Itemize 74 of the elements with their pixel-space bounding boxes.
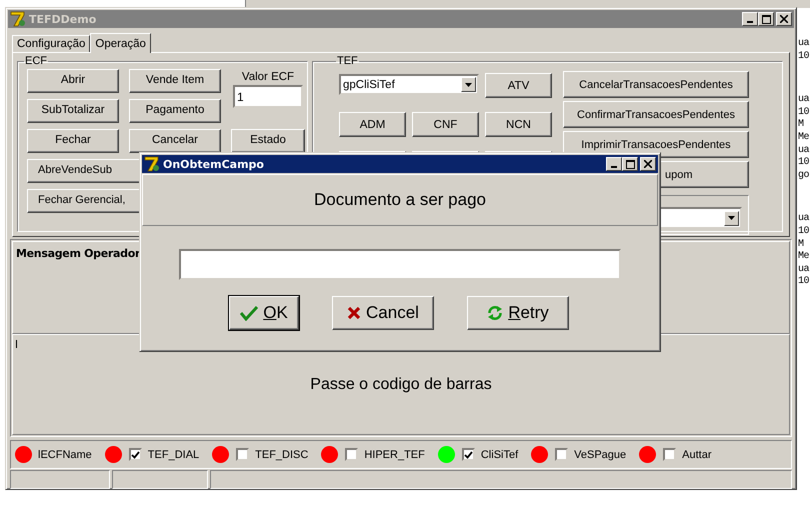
operator-message: Passe o codigo de barras — [310, 376, 492, 394]
maximize-icon — [626, 160, 634, 168]
tab[interactable]: Operação — [90, 33, 151, 53]
background-text: 10 — [798, 226, 810, 239]
action-button[interactable]: Vende Item — [129, 69, 221, 93]
caret-icon — [465, 82, 472, 86]
checkbox[interactable] — [128, 448, 142, 461]
caret-icon — [728, 216, 735, 220]
background-text: ua — [798, 213, 810, 226]
dialog-button[interactable]: OK — [229, 296, 299, 330]
refresh-icon — [487, 305, 504, 321]
group-title: TEF — [336, 55, 359, 67]
input-field[interactable] — [179, 249, 621, 280]
checkbox[interactable] — [663, 448, 676, 461]
logo-icon — [10, 11, 26, 27]
action-button[interactable]: CancelarTransacoesPendentes — [563, 71, 749, 98]
background-text: 10 — [798, 50, 810, 64]
dialog-button[interactable]: Cancel — [332, 296, 434, 330]
action-button[interactable]: Estado — [231, 129, 305, 153]
action-button[interactable]: NCN — [485, 112, 552, 137]
field-label: Valor ECF — [242, 71, 294, 83]
action-button[interactable]: ConfirmarTransacoesPendentes — [563, 101, 749, 128]
logo-icon — [144, 156, 160, 172]
close-button[interactable] — [640, 157, 656, 171]
action-button[interactable]: Abrir — [27, 69, 119, 93]
text-cursor — [16, 340, 17, 348]
action-button[interactable]: ADM — [339, 112, 406, 137]
panel-title: Mensagem Operador — [16, 247, 140, 260]
checkbox[interactable] — [555, 448, 568, 461]
window-title: TEFDDemo — [29, 12, 96, 26]
background-text: ua — [798, 38, 810, 51]
background-text: go — [798, 170, 810, 182]
checkbox-label: Auttar — [682, 448, 712, 460]
input-field[interactable]: 1 — [233, 85, 303, 108]
background-text: ua — [798, 94, 810, 107]
action-button[interactable]: SubTotalizar — [27, 99, 119, 123]
checkbox-label: HIPER_TEF — [364, 448, 425, 460]
checkbox[interactable] — [345, 448, 358, 461]
background-text: M — [798, 119, 804, 132]
tab[interactable]: Configuração — [12, 35, 90, 52]
background-text: M — [798, 238, 804, 251]
checkmark-icon — [130, 450, 140, 458]
action-button[interactable]: Pagamento — [129, 99, 221, 123]
action-button[interactable]: ATV — [485, 73, 552, 98]
checkbox-label: VeSPague — [574, 448, 626, 460]
action-button[interactable]: Cancelar — [129, 129, 221, 153]
checkmark-icon — [464, 450, 473, 458]
close-icon — [780, 15, 788, 23]
dropdown[interactable]: gpCliSiTef — [339, 74, 479, 95]
background-text: Me — [798, 251, 810, 264]
background-text: ua — [798, 264, 810, 276]
checkbox-label: TEF_DISC — [255, 448, 308, 460]
minimize-button[interactable] — [606, 157, 622, 171]
maximize-icon — [762, 14, 770, 24]
checkbox[interactable] — [462, 448, 475, 461]
background-text: 10 — [798, 276, 810, 289]
dialog-title: OnObtemCampo — [163, 158, 264, 170]
dialog-button[interactable]: Retry — [467, 296, 569, 330]
status-label: lECFName — [38, 448, 92, 460]
checkmark-icon — [240, 305, 258, 321]
checkbox[interactable] — [236, 448, 250, 461]
background-text: 10 — [798, 106, 810, 119]
close-icon — [644, 160, 652, 168]
maximize-button[interactable] — [622, 157, 638, 171]
cross-icon — [347, 306, 362, 320]
checkbox-label: TEF_DIAL — [148, 448, 200, 460]
group-title: ECF — [24, 55, 48, 67]
background-text: 10 — [798, 157, 810, 170]
prompt-text: Documento a ser pago — [314, 190, 486, 210]
action-button[interactable]: CNF — [412, 112, 479, 137]
action-button[interactable]: Fechar — [27, 129, 119, 153]
background-text: Me — [798, 132, 810, 145]
background-text: ua — [798, 144, 810, 157]
checkbox-label: CliSiTef — [480, 448, 518, 460]
